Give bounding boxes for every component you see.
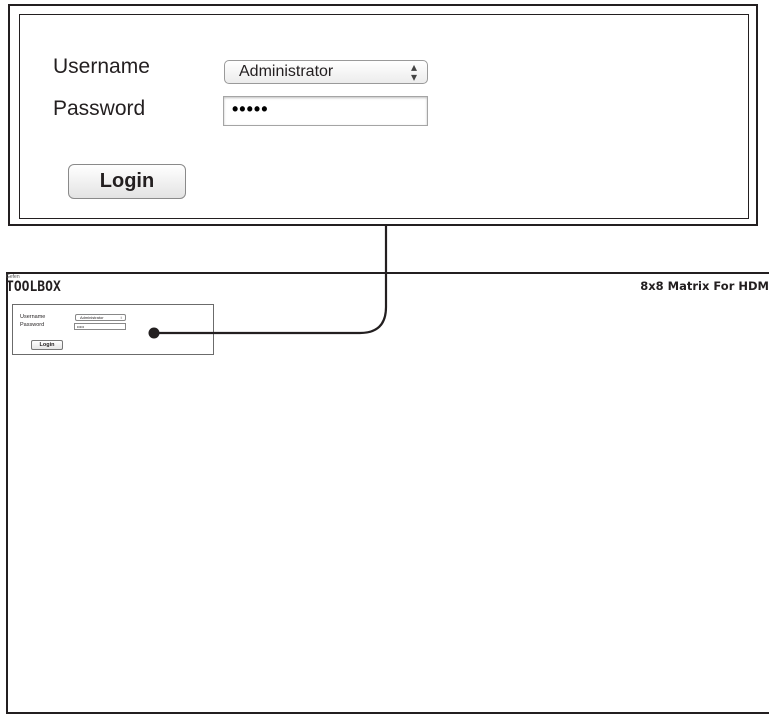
login-button[interactable]: Login	[68, 164, 186, 199]
mini-username-value: Administrator	[80, 315, 104, 320]
password-input[interactable]: •••••	[223, 96, 428, 126]
mini-username-select[interactable]: Administrator ↕	[75, 314, 126, 321]
brand-logo: TOOLBOX	[6, 279, 61, 296]
mini-password-label: Password	[20, 322, 45, 328]
updown-arrows-icon: ▴ ▾	[410, 60, 417, 84]
login-callout: Username Administrator ▴ ▾ Password •••••…	[8, 4, 758, 226]
mini-updown-arrows-icon: ↕	[120, 315, 122, 320]
password-label: Password	[53, 97, 146, 120]
page: Username Administrator ▴ ▾ Password •••••…	[0, 0, 769, 714]
mini-password-input[interactable]: •••••	[74, 323, 126, 330]
mini-password-value: •••••	[77, 324, 85, 329]
password-masked-value: •••••	[232, 99, 269, 119]
mini-username-label: Username	[20, 314, 46, 320]
mini-login-button[interactable]: Login	[31, 340, 63, 350]
login-callout-form: Username Administrator ▴ ▾ Password •••••…	[19, 14, 749, 219]
username-select[interactable]: Administrator ▴ ▾	[224, 60, 428, 84]
device-title: 8x8 Matrix For HDM	[640, 279, 769, 293]
username-select-value: Administrator	[239, 63, 334, 80]
username-label: Username	[53, 55, 150, 78]
